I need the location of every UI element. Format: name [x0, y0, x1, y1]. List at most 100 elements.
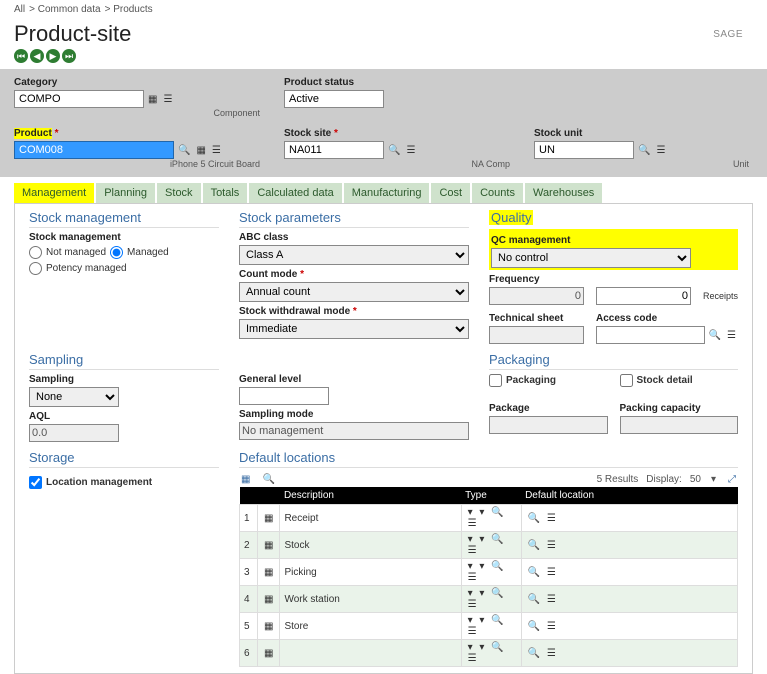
chevron-down-icon[interactable]: ▾	[477, 588, 486, 599]
search-icon[interactable]: 🔍	[526, 567, 542, 578]
page-size[interactable]: 50	[690, 474, 701, 485]
aql-input[interactable]	[29, 424, 119, 442]
menu-icon[interactable]: ☰	[466, 653, 479, 664]
table-row[interactable]: 4▦Work station▾ ▾ 🔍 ☰🔍 ☰	[240, 586, 738, 613]
packing-capacity-input[interactable]	[620, 416, 739, 434]
search-icon[interactable]: 🔍	[489, 588, 505, 599]
packaging-checkbox[interactable]	[489, 374, 502, 387]
chevron-down-icon[interactable]: ▾	[709, 474, 718, 485]
withdraw-mode-select[interactable]: Immediate	[239, 319, 469, 339]
search-icon[interactable]: 🔍	[636, 145, 652, 156]
tab-counts[interactable]: Counts	[472, 183, 523, 203]
row-menu-icon[interactable]: ▦	[262, 567, 275, 578]
search-icon[interactable]: 🔍	[489, 615, 505, 626]
menu-icon[interactable]: ☰	[545, 540, 558, 551]
menu-icon[interactable]: ☰	[466, 599, 479, 610]
search-icon[interactable]: 🔍	[176, 145, 192, 156]
sampling-mode-input[interactable]	[239, 422, 469, 440]
chevron-down-icon[interactable]: ▾	[477, 507, 486, 518]
location-management-checkbox[interactable]	[29, 476, 42, 489]
menu-icon[interactable]: ☰	[210, 145, 223, 156]
menu-icon[interactable]: ☰	[161, 94, 174, 105]
stock-unit-input[interactable]	[534, 141, 634, 159]
tab-cost[interactable]: Cost	[431, 183, 470, 203]
row-menu-icon[interactable]: ▦	[262, 540, 275, 551]
table-row[interactable]: 6▦▾ ▾ 🔍 ☰🔍 ☰	[240, 640, 738, 667]
tab-warehouses[interactable]: Warehouses	[525, 183, 602, 203]
row-menu-icon[interactable]: ▦	[262, 621, 275, 632]
table-row[interactable]: 3▦Picking▾ ▾ 🔍 ☰🔍 ☰	[240, 559, 738, 586]
technical-sheet-input[interactable]	[489, 326, 584, 344]
chevron-down-icon[interactable]: ▾	[466, 507, 475, 518]
access-code-input[interactable]	[596, 326, 705, 344]
general-level-input[interactable]	[239, 387, 329, 405]
menu-icon[interactable]: ☰	[545, 513, 558, 524]
menu-icon[interactable]: ☰	[725, 330, 738, 341]
first-record-icon[interactable]: ⏮	[14, 49, 28, 63]
menu-icon[interactable]: ☰	[545, 621, 558, 632]
grid-icon[interactable]: ▦	[239, 474, 252, 485]
tab-totals[interactable]: Totals	[203, 183, 248, 203]
stock-site-input[interactable]	[284, 141, 384, 159]
search-icon[interactable]: 🔍	[526, 648, 542, 659]
search-icon[interactable]: 🔍	[526, 621, 542, 632]
count-mode-select[interactable]: Annual count	[239, 282, 469, 302]
row-menu-icon[interactable]: ▦	[262, 513, 275, 524]
tab-planning[interactable]: Planning	[96, 183, 155, 203]
tab-calculated-data[interactable]: Calculated data	[249, 183, 341, 203]
table-row[interactable]: 2▦Stock▾ ▾ 🔍 ☰🔍 ☰	[240, 532, 738, 559]
chevron-down-icon[interactable]: ▾	[477, 561, 486, 572]
search-icon[interactable]: 🔍	[526, 540, 542, 551]
chevron-down-icon[interactable]: ▾	[477, 615, 486, 626]
menu-icon[interactable]: ☰	[466, 626, 479, 637]
list-icon[interactable]: ▦	[146, 94, 159, 105]
menu-icon[interactable]: ☰	[545, 594, 558, 605]
last-record-icon[interactable]: ⏭	[62, 49, 76, 63]
menu-icon[interactable]: ☰	[545, 567, 558, 578]
sampling-select[interactable]: None	[29, 387, 119, 407]
row-menu-icon[interactable]: ▦	[262, 648, 275, 659]
menu-icon[interactable]: ☰	[404, 145, 417, 156]
prev-record-icon[interactable]: ◀	[30, 49, 44, 63]
expand-icon[interactable]: ⤢	[726, 474, 738, 485]
crumb[interactable]: Common data	[38, 4, 101, 15]
search-icon[interactable]: 🔍	[489, 642, 505, 653]
product-input[interactable]	[14, 141, 174, 159]
product-status-input[interactable]	[284, 90, 384, 108]
list-icon[interactable]: ▦	[194, 145, 207, 156]
menu-icon[interactable]: ☰	[466, 518, 479, 529]
tab-manufacturing[interactable]: Manufacturing	[344, 183, 430, 203]
abc-class-select[interactable]: Class A	[239, 245, 469, 265]
table-row[interactable]: 5▦Store▾ ▾ 🔍 ☰🔍 ☰	[240, 613, 738, 640]
frequency-input-2[interactable]	[596, 287, 691, 305]
menu-icon[interactable]: ☰	[466, 545, 479, 556]
chevron-down-icon[interactable]: ▾	[466, 561, 475, 572]
chevron-down-icon[interactable]: ▾	[466, 615, 475, 626]
chevron-down-icon[interactable]: ▾	[466, 588, 475, 599]
menu-icon[interactable]: ☰	[466, 572, 479, 583]
tab-stock[interactable]: Stock	[157, 183, 201, 203]
chevron-down-icon[interactable]: ▾	[477, 642, 486, 653]
search-icon[interactable]: 🔍	[707, 330, 723, 341]
search-icon[interactable]: 🔍	[489, 561, 505, 572]
package-input[interactable]	[489, 416, 608, 434]
search-icon[interactable]: 🔍	[526, 513, 542, 524]
managed-radio[interactable]	[110, 246, 123, 259]
crumb[interactable]: All	[14, 4, 25, 15]
qc-management-select[interactable]: No control	[491, 248, 691, 268]
stock-detail-checkbox[interactable]	[620, 374, 633, 387]
row-menu-icon[interactable]: ▦	[262, 594, 275, 605]
menu-icon[interactable]: ☰	[654, 145, 667, 156]
category-input[interactable]	[14, 90, 144, 108]
not-managed-radio[interactable]	[29, 246, 42, 259]
chevron-down-icon[interactable]: ▾	[466, 642, 475, 653]
potency-managed-radio[interactable]	[29, 262, 42, 275]
crumb[interactable]: Products	[113, 4, 152, 15]
search-icon[interactable]: 🔍	[260, 474, 276, 485]
menu-icon[interactable]: ☰	[545, 648, 558, 659]
table-row[interactable]: 1▦Receipt▾ ▾ 🔍 ☰🔍 ☰	[240, 505, 738, 532]
frequency-input-1[interactable]	[489, 287, 584, 305]
tab-management[interactable]: Management	[14, 183, 94, 203]
search-icon[interactable]: 🔍	[526, 594, 542, 605]
search-icon[interactable]: 🔍	[489, 507, 505, 518]
